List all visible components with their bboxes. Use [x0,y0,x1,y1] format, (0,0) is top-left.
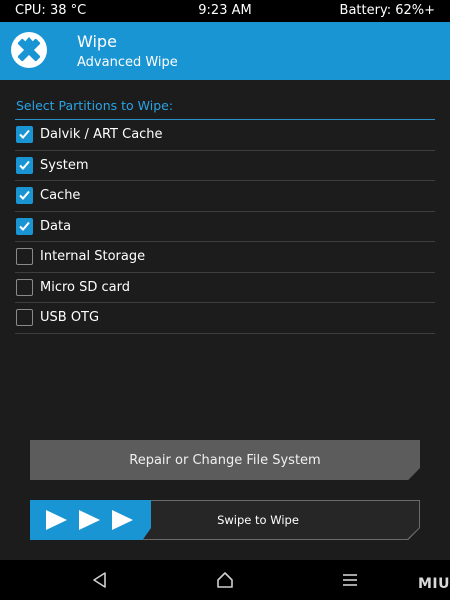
checkbox[interactable] [16,156,33,174]
partition-label: Micro SD card [40,279,130,295]
checkbox[interactable] [16,217,33,235]
miui-watermark: MIUI [418,576,450,592]
partition-row-cache[interactable]: Cache [15,181,435,212]
check-icon [19,221,30,231]
check-icon [19,130,30,140]
play-arrow-icon [46,510,67,530]
partition-label: Internal Storage [40,249,146,265]
home-icon[interactable] [215,570,235,590]
section-label: Select Partitions to Wipe: [16,98,174,113]
partition-row-internal-storage[interactable]: Internal Storage [15,242,435,273]
partition-label: System [40,157,89,173]
partition-row-data[interactable]: Data [15,212,435,242]
swipe-handle[interactable] [30,500,151,540]
menu-icon[interactable] [340,570,360,590]
partition-row-usb-otg[interactable]: USB OTG [15,303,435,334]
status-bar: CPU: 38 °C 9:23 AM Battery: 62%+ [0,0,450,22]
partition-label: Cache [40,188,81,204]
play-arrow-icon [112,510,133,530]
checkbox[interactable] [16,187,33,205]
page-title: Wipe [77,32,117,51]
partition-row-dalvik[interactable]: Dalvik / ART Cache [15,120,435,151]
partition-list: Dalvik / ART Cache System Cache Data Int… [15,120,435,334]
checkbox[interactable] [16,309,33,327]
page-subtitle: Advanced Wipe [77,55,178,70]
partition-label: Data [40,218,72,234]
checkbox[interactable] [16,278,33,296]
partition-label: USB OTG [40,310,100,326]
swipe-label: Swipe to Wipe [217,513,299,527]
header: Wipe Advanced Wipe [0,22,450,80]
back-icon[interactable] [90,570,110,590]
partition-row-system[interactable]: System [15,151,435,181]
check-icon [19,191,30,201]
partition-row-micro-sd[interactable]: Micro SD card [15,273,435,303]
battery-status: Battery: 62%+ [339,3,435,18]
partition-label: Dalvik / ART Cache [40,127,163,143]
play-arrow-icon [79,510,100,530]
twrp-logo-icon[interactable] [10,31,48,69]
check-icon [19,160,30,170]
checkbox[interactable] [16,126,33,144]
navigation-bar [0,560,450,600]
repair-file-system-button[interactable]: Repair or Change File System [30,440,420,480]
checkbox[interactable] [16,248,33,266]
